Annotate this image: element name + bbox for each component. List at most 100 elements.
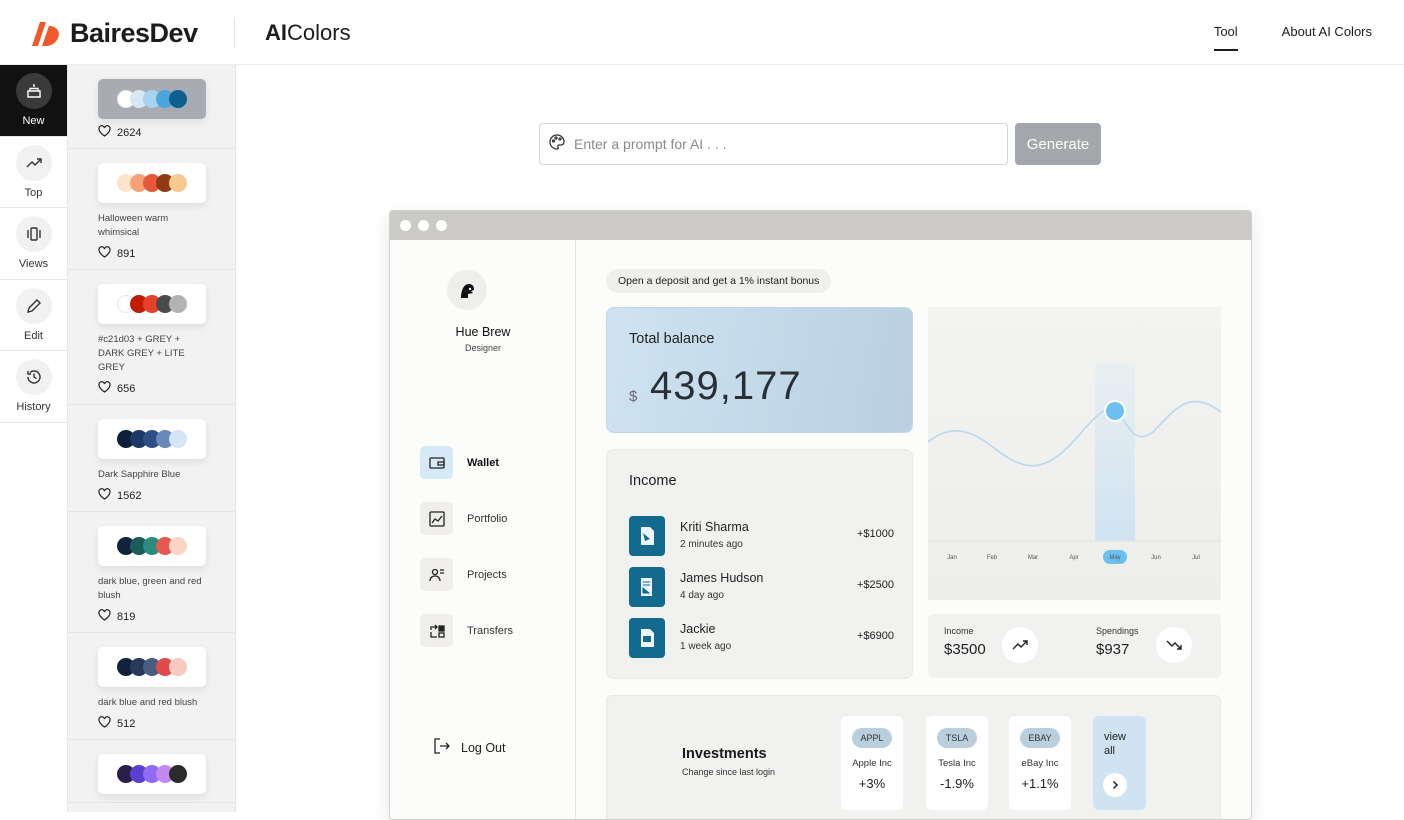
document-icon xyxy=(629,567,665,607)
income-name: Kriti Sharma xyxy=(680,520,749,534)
stats-card: Income $3500 Spendings $937 xyxy=(928,614,1221,678)
heart-icon[interactable] xyxy=(98,716,111,731)
data-point-marker[interactable] xyxy=(1104,400,1126,422)
logout-icon xyxy=(432,736,452,759)
users-icon xyxy=(420,558,453,591)
stat-value: $937 xyxy=(1096,641,1130,658)
menu-portfolio[interactable]: Portfolio xyxy=(420,502,507,535)
color-swatch-dot[interactable] xyxy=(169,174,187,192)
palette-swatch[interactable] xyxy=(98,647,206,687)
menu-wallet[interactable]: Wallet xyxy=(420,446,499,479)
palette-list: 2624 Halloween warm whimsical 891 #c21d0… xyxy=(68,65,236,812)
heart-icon[interactable] xyxy=(98,488,111,503)
stat-label: Income xyxy=(944,626,974,636)
view-all-button[interactable]: view all xyxy=(1093,716,1146,810)
icon-sidebar: New Top Views Edit History xyxy=(0,65,68,812)
like-count[interactable]: 891 xyxy=(98,246,205,261)
preview-window: Hue Brew Designer Wallet Portfolio Proje… xyxy=(389,210,1252,820)
trending-down-icon[interactable] xyxy=(1156,627,1192,663)
color-swatch-dot[interactable] xyxy=(169,295,187,313)
iconbar-label: New xyxy=(22,115,45,128)
logout-label: Log Out xyxy=(461,740,506,755)
income-row[interactable]: James Hudson 4 day ago +$2500 xyxy=(629,567,894,607)
chevron-right-icon[interactable] xyxy=(1103,773,1127,797)
prompt-input[interactable] xyxy=(574,136,974,152)
likes-value: 2624 xyxy=(117,126,142,139)
generate-button[interactable]: Generate xyxy=(1015,123,1101,165)
palette-name: #c21d03 + GREY + DARK GREY + LITE GREY xyxy=(98,334,185,373)
palette-swatch[interactable] xyxy=(98,163,206,203)
menu-label: Transfers xyxy=(467,624,514,637)
palette-swatch[interactable] xyxy=(98,284,206,324)
user-name: Hue Brew xyxy=(455,325,511,339)
income-title: Income xyxy=(629,473,677,489)
logout-button[interactable]: Log Out xyxy=(432,736,505,759)
prompt-field[interactable] xyxy=(539,123,1008,165)
palette-card xyxy=(68,740,235,803)
menu-projects[interactable]: Projects xyxy=(420,558,507,591)
income-amount: +$1000 xyxy=(856,528,894,540)
balance-card: Total balance $ 439,177 xyxy=(606,307,913,433)
menu-label: Wallet xyxy=(467,456,499,469)
month-label: Jan xyxy=(947,555,957,561)
user-avatar-icon xyxy=(461,284,474,298)
month-label: Jun xyxy=(1151,555,1161,561)
stat-label: Spendings xyxy=(1096,626,1139,636)
heart-icon[interactable] xyxy=(98,381,111,396)
color-swatch-dot[interactable] xyxy=(169,537,187,555)
mock-sidebar: Hue Brew Designer Wallet Portfolio Proje… xyxy=(390,240,576,819)
like-count[interactable]: 1562 xyxy=(98,488,205,503)
likes-value: 656 xyxy=(117,382,136,395)
income-time: 1 week ago xyxy=(680,641,732,652)
color-swatch-dot[interactable] xyxy=(169,765,187,783)
stock-card[interactable]: TSLA Tesla Inc -1.9% xyxy=(926,716,988,810)
palette-card: Dark Sapphire Blue 1562 xyxy=(68,405,235,512)
nav-about[interactable]: About AI Colors xyxy=(1282,24,1372,51)
stock-card[interactable]: APPL Apple Inc +3% xyxy=(841,716,903,810)
income-row[interactable]: Jackie 1 week ago +$6900 xyxy=(629,618,894,658)
month-label[interactable]: May xyxy=(1109,555,1120,561)
trending-up-icon[interactable] xyxy=(1002,627,1038,663)
avatar[interactable] xyxy=(447,270,487,310)
palette-dots xyxy=(117,430,187,448)
promo-banner[interactable]: Open a deposit and get a 1% instant bonu… xyxy=(606,269,832,293)
chart-svg: Jan Feb Mar Apr May Jun Jul xyxy=(927,307,1222,600)
stock-name: Tesla Inc xyxy=(938,758,976,769)
like-count[interactable]: 656 xyxy=(98,381,205,396)
product-name[interactable]: AIColors xyxy=(265,20,351,46)
heart-icon[interactable] xyxy=(98,246,111,261)
color-swatch-dot[interactable] xyxy=(169,430,187,448)
likes-value: 512 xyxy=(117,717,136,730)
stock-name: eBay Inc xyxy=(1021,758,1059,769)
iconbar-top[interactable]: Top xyxy=(0,137,67,208)
nav-tool[interactable]: Tool xyxy=(1213,24,1238,51)
color-swatch-dot[interactable] xyxy=(169,658,187,676)
like-count[interactable]: 819 xyxy=(98,609,205,624)
iconbar-history[interactable]: History xyxy=(0,351,67,423)
iconbar-edit[interactable]: Edit xyxy=(0,280,67,351)
like-count[interactable]: 512 xyxy=(98,716,205,731)
stock-card[interactable]: EBAY eBay Inc +1.1% xyxy=(1009,716,1071,810)
window-dot xyxy=(400,220,411,231)
palette-swatch[interactable] xyxy=(98,526,206,566)
month-label: Apr xyxy=(1069,555,1078,561)
like-count[interactable]: 2624 xyxy=(98,125,205,140)
top-nav: Tool About AI Colors xyxy=(1213,24,1372,51)
bairesdev-logo-icon xyxy=(32,21,59,46)
product-name-bold: AI xyxy=(265,20,287,45)
color-swatch-dot[interactable] xyxy=(169,90,187,108)
palette-swatch[interactable] xyxy=(98,79,206,119)
heart-icon[interactable] xyxy=(98,609,111,624)
pencil-icon xyxy=(15,287,52,324)
palette-card: dark blue, green and red blush 819 xyxy=(68,512,235,633)
income-row[interactable]: Kriti Sharma 2 minutes ago +$1000 xyxy=(629,516,894,556)
menu-transfers[interactable]: Transfers xyxy=(420,614,513,647)
palette-swatch[interactable] xyxy=(98,754,206,794)
balance-chart: Jan Feb Mar Apr May Jun Jul xyxy=(927,307,1222,600)
heart-icon[interactable] xyxy=(98,125,111,140)
iconbar-new[interactable]: New xyxy=(0,65,67,137)
palette-dots xyxy=(117,658,187,676)
iconbar-views[interactable]: Views xyxy=(0,208,67,280)
brand-logo[interactable]: BairesDev xyxy=(30,18,198,49)
palette-swatch[interactable] xyxy=(98,419,206,459)
